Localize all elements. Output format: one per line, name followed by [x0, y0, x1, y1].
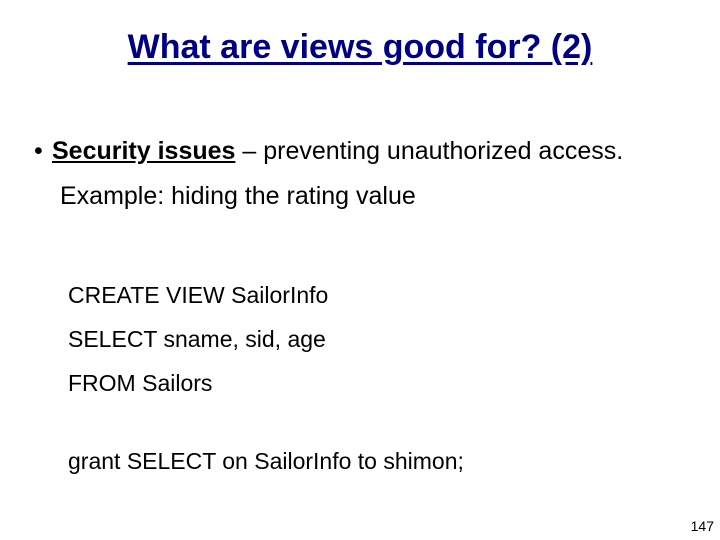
bullet-rest-label: – preventing unauthorized access.	[235, 137, 623, 165]
code-line-1: CREATE VIEW SailorInfo	[68, 282, 328, 309]
bullet-bold-label: Security issues	[52, 137, 235, 165]
slide-title: What are views good for? (2)	[0, 28, 720, 67]
page-number: 147	[691, 518, 714, 534]
example-line: Example: hiding the rating value	[60, 182, 416, 211]
bullet-security: •Security issues – preventing unauthoriz…	[34, 136, 700, 167]
slide: What are views good for? (2) •Security i…	[0, 0, 720, 540]
code-line-3: FROM Sailors	[68, 370, 212, 397]
code-line-4: grant SELECT on SailorInfo to shimon;	[68, 448, 464, 475]
code-line-2: SELECT sname, sid, age	[68, 326, 326, 353]
bullet-dot: •	[34, 136, 52, 167]
